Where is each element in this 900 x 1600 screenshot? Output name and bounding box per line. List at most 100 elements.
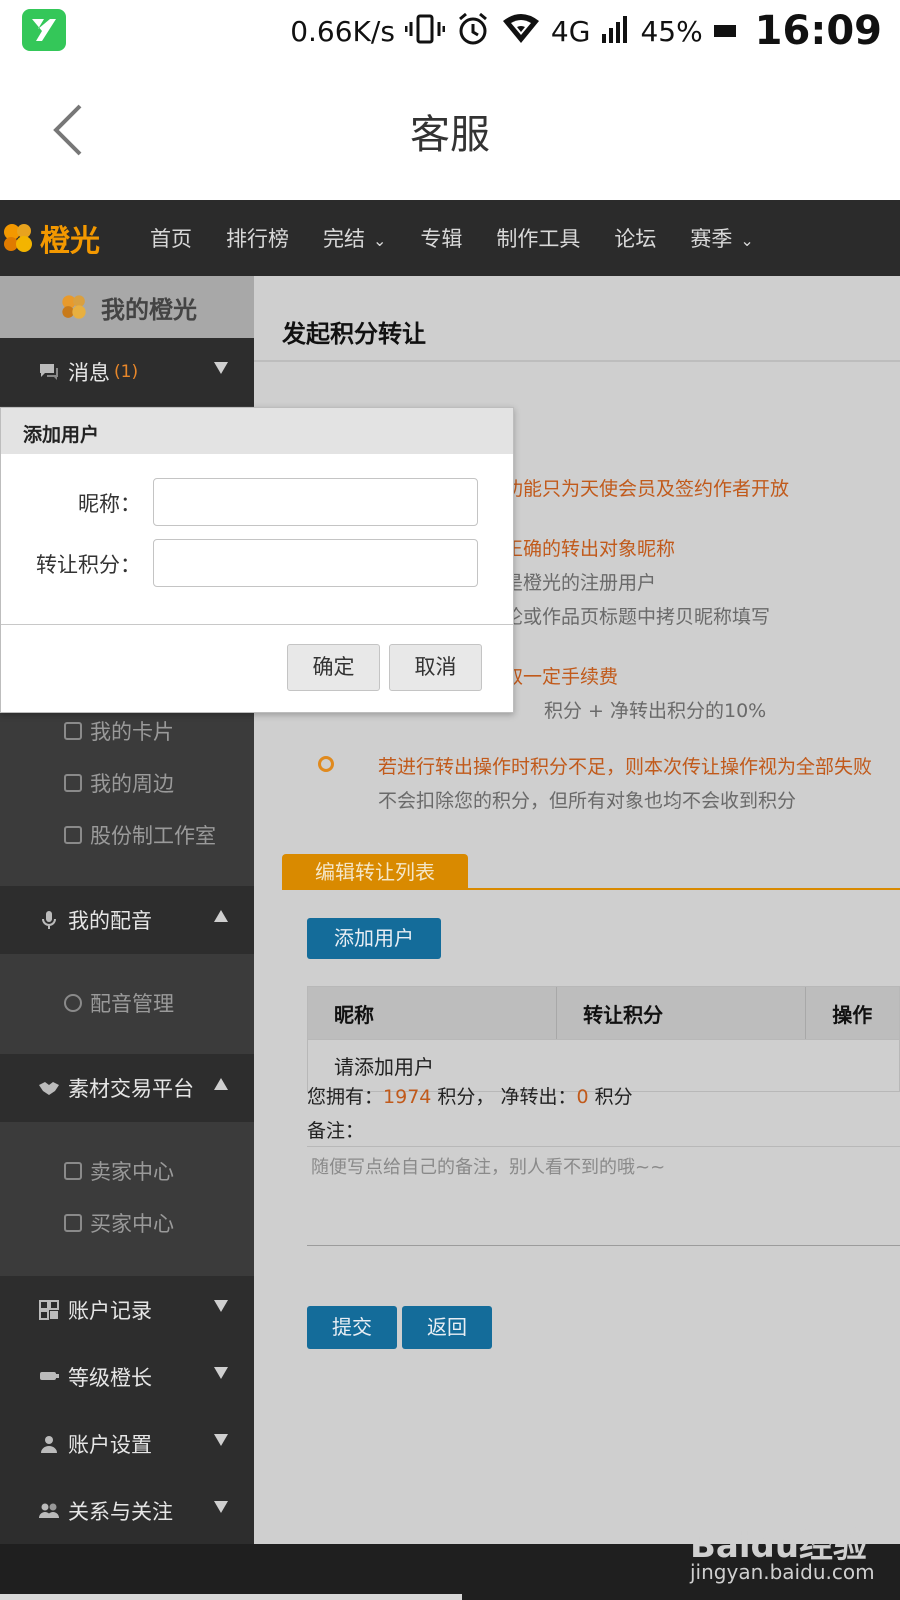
points-input[interactable] — [153, 539, 478, 587]
chevron-up-icon — [214, 1078, 228, 1090]
sidebar-item-label: 我的周边 — [90, 772, 174, 796]
sidebar-item-buyer[interactable]: 买家中心 — [64, 1208, 174, 1238]
notice-text: 功能只为天使会员及签约作者开放 — [504, 478, 790, 500]
chevron-down-icon — [214, 1501, 228, 1513]
remark-placeholder: 随便写点给自己的备注，别人看不到的哦~~ — [311, 1157, 666, 1178]
nav-item-label: 赛季 — [690, 227, 733, 251]
sidebar-item-label: 买家中心 — [90, 1212, 174, 1236]
sidebar-item-label: 卖家中心 — [90, 1160, 174, 1184]
sidebar-item-seller[interactable]: 卖家中心 — [64, 1156, 174, 1186]
sidebar-header-label: 我的橙光 — [101, 294, 197, 324]
net-speed: 0.66K/s — [290, 14, 395, 48]
section-title: 发起积分转让 — [282, 320, 426, 348]
battery-icon — [713, 19, 739, 43]
wifi-icon — [501, 13, 541, 49]
notice-text: 是橙光的注册用户 — [504, 572, 657, 594]
confirm-button[interactable]: 确定 — [287, 644, 380, 691]
column-header: 操作 — [832, 1002, 873, 1027]
app-notification-icon — [22, 9, 66, 51]
return-button[interactable]: 返回 — [402, 1306, 492, 1349]
nav-item[interactable]: 论坛 — [614, 223, 656, 253]
notice-text: 积分 + 净转出积分的10% — [544, 700, 767, 722]
sidebar-item-label: 关系与关注 — [68, 1500, 173, 1524]
vibrate-icon — [404, 12, 446, 50]
sidebar-item-cards[interactable]: 我的卡片 — [64, 716, 174, 746]
add-user-dialog: 添加用户 昵称： 转让积分： 确定 取消 — [0, 407, 514, 713]
nickname-label: 昵称： — [78, 492, 141, 516]
orange-flower-icon — [4, 224, 32, 252]
sidebar-item-dubbing-manage[interactable]: 配音管理 — [64, 988, 174, 1018]
sidebar-item-records[interactable]: 账户记录 — [0, 1276, 254, 1344]
nav-item-label: 完结 — [323, 227, 365, 251]
chevron-down-icon — [214, 1300, 228, 1312]
nav-items: 首页 排行榜 完结 ⌄ 专辑 制作工具 论坛 赛季 ⌄ — [150, 200, 788, 276]
sidebar-item-follow[interactable]: 关系与关注 — [0, 1477, 254, 1545]
remark-textarea[interactable]: 随便写点给自己的备注，别人看不到的哦~~ — [307, 1146, 900, 1246]
microphone-icon — [42, 911, 56, 929]
battery-percent: 45% — [640, 14, 703, 48]
dialog-divider — [1, 624, 513, 625]
transfer-table: 昵称 转让积分 操作 请添加用户 — [307, 986, 900, 1092]
points-summary: 您拥有：1974 积分， 净转出：0 积分 — [307, 1082, 633, 1109]
follow-icon — [39, 1503, 59, 1518]
sidebar-item-label: 配音管理 — [90, 992, 174, 1016]
sidebar-item-label: 账户设置 — [68, 1433, 152, 1457]
sidebar-item-dubbing[interactable]: 我的配音 — [0, 886, 254, 954]
orange-flower-icon — [62, 295, 86, 319]
add-user-button[interactable]: 添加用户 — [307, 918, 441, 959]
summary-label: 净转出： — [500, 1086, 577, 1108]
chevron-down-icon — [214, 1367, 228, 1379]
chevron-down-icon — [214, 362, 228, 374]
nav-item[interactable]: 制作工具 — [496, 223, 580, 253]
sidebar-item-market[interactable]: 素材交易平台 — [0, 1054, 254, 1122]
audio-icon — [64, 994, 82, 1012]
seller-icon — [64, 1162, 82, 1180]
cancel-button[interactable]: 取消 — [389, 644, 482, 691]
sidebar-item-settings[interactable]: 账户设置 — [0, 1410, 254, 1478]
sidebar-item-label: 素材交易平台 — [68, 1077, 194, 1101]
sidebar-item-label: 等级橙长 — [68, 1366, 152, 1390]
user-icon — [41, 1436, 57, 1453]
chevron-down-icon: ⌄ — [373, 231, 387, 250]
net-out-points-value: 0 — [576, 1086, 589, 1108]
summary-label: 您拥有： — [307, 1086, 384, 1108]
chevron-down-icon — [214, 1434, 228, 1446]
notice-text: 论或作品页标题中拷贝昵称填写 — [504, 606, 771, 628]
sidebar-item-merch[interactable]: 我的周边 — [64, 768, 174, 798]
dialog-header: 添加用户 — [1, 408, 513, 454]
nav-item[interactable]: 专辑 — [420, 223, 462, 253]
notice-text: 若进行转出操作时积分不足，则本次传让操作视为全部失败 — [378, 756, 873, 778]
baidu-watermark: Baidu经验 jingyan.baidu.com — [690, 1500, 890, 1590]
notice-text: 取一定手续费 — [504, 666, 619, 688]
nav-item-label: 专辑 — [420, 227, 463, 251]
site-logo[interactable]: 橙光 — [0, 214, 100, 262]
nickname-input[interactable] — [153, 478, 478, 526]
lock-icon — [64, 1214, 82, 1232]
chevron-up-icon — [214, 910, 228, 922]
chat-icon — [40, 364, 58, 380]
nav-item-label: 首页 — [150, 227, 192, 251]
site-nav: 橙光 首页 排行榜 完结 ⌄ 专辑 制作工具 论坛 赛季 ⌄ — [0, 200, 900, 276]
sidebar-item-studio[interactable]: 股份制工作室 — [64, 820, 216, 850]
clock: 16:09 — [754, 8, 882, 54]
page-title: 客服 — [410, 112, 490, 158]
records-icon — [39, 1300, 59, 1320]
handshake-icon — [39, 1082, 59, 1095]
message-count-badge: (1) — [114, 362, 139, 382]
nav-item[interactable]: 排行榜 — [226, 223, 289, 253]
alarm-icon — [455, 11, 491, 51]
signal-icon — [600, 14, 630, 48]
tab-edit-transfer-list[interactable]: 编辑转让列表 — [282, 854, 468, 890]
sidebar-header[interactable]: 我的橙光 — [0, 276, 254, 338]
sidebar-item-messages[interactable]: 消息 (1) — [0, 338, 254, 406]
nav-item[interactable]: 赛季 ⌄ — [690, 223, 753, 253]
bullet-circle-icon — [318, 756, 334, 772]
sidebar-item-label: 账户记录 — [68, 1299, 152, 1323]
sidebar-item-level[interactable]: 等级橙长 — [0, 1343, 254, 1411]
points-label: 转让积分： — [36, 553, 141, 577]
nav-item[interactable]: 完结 ⌄ — [323, 223, 386, 253]
submit-button[interactable]: 提交 — [307, 1306, 397, 1349]
level-icon — [40, 1372, 59, 1380]
nav-item[interactable]: 首页 — [150, 223, 192, 253]
status-bar: 0.66K/s 4G 45% 16:09 — [0, 0, 900, 62]
